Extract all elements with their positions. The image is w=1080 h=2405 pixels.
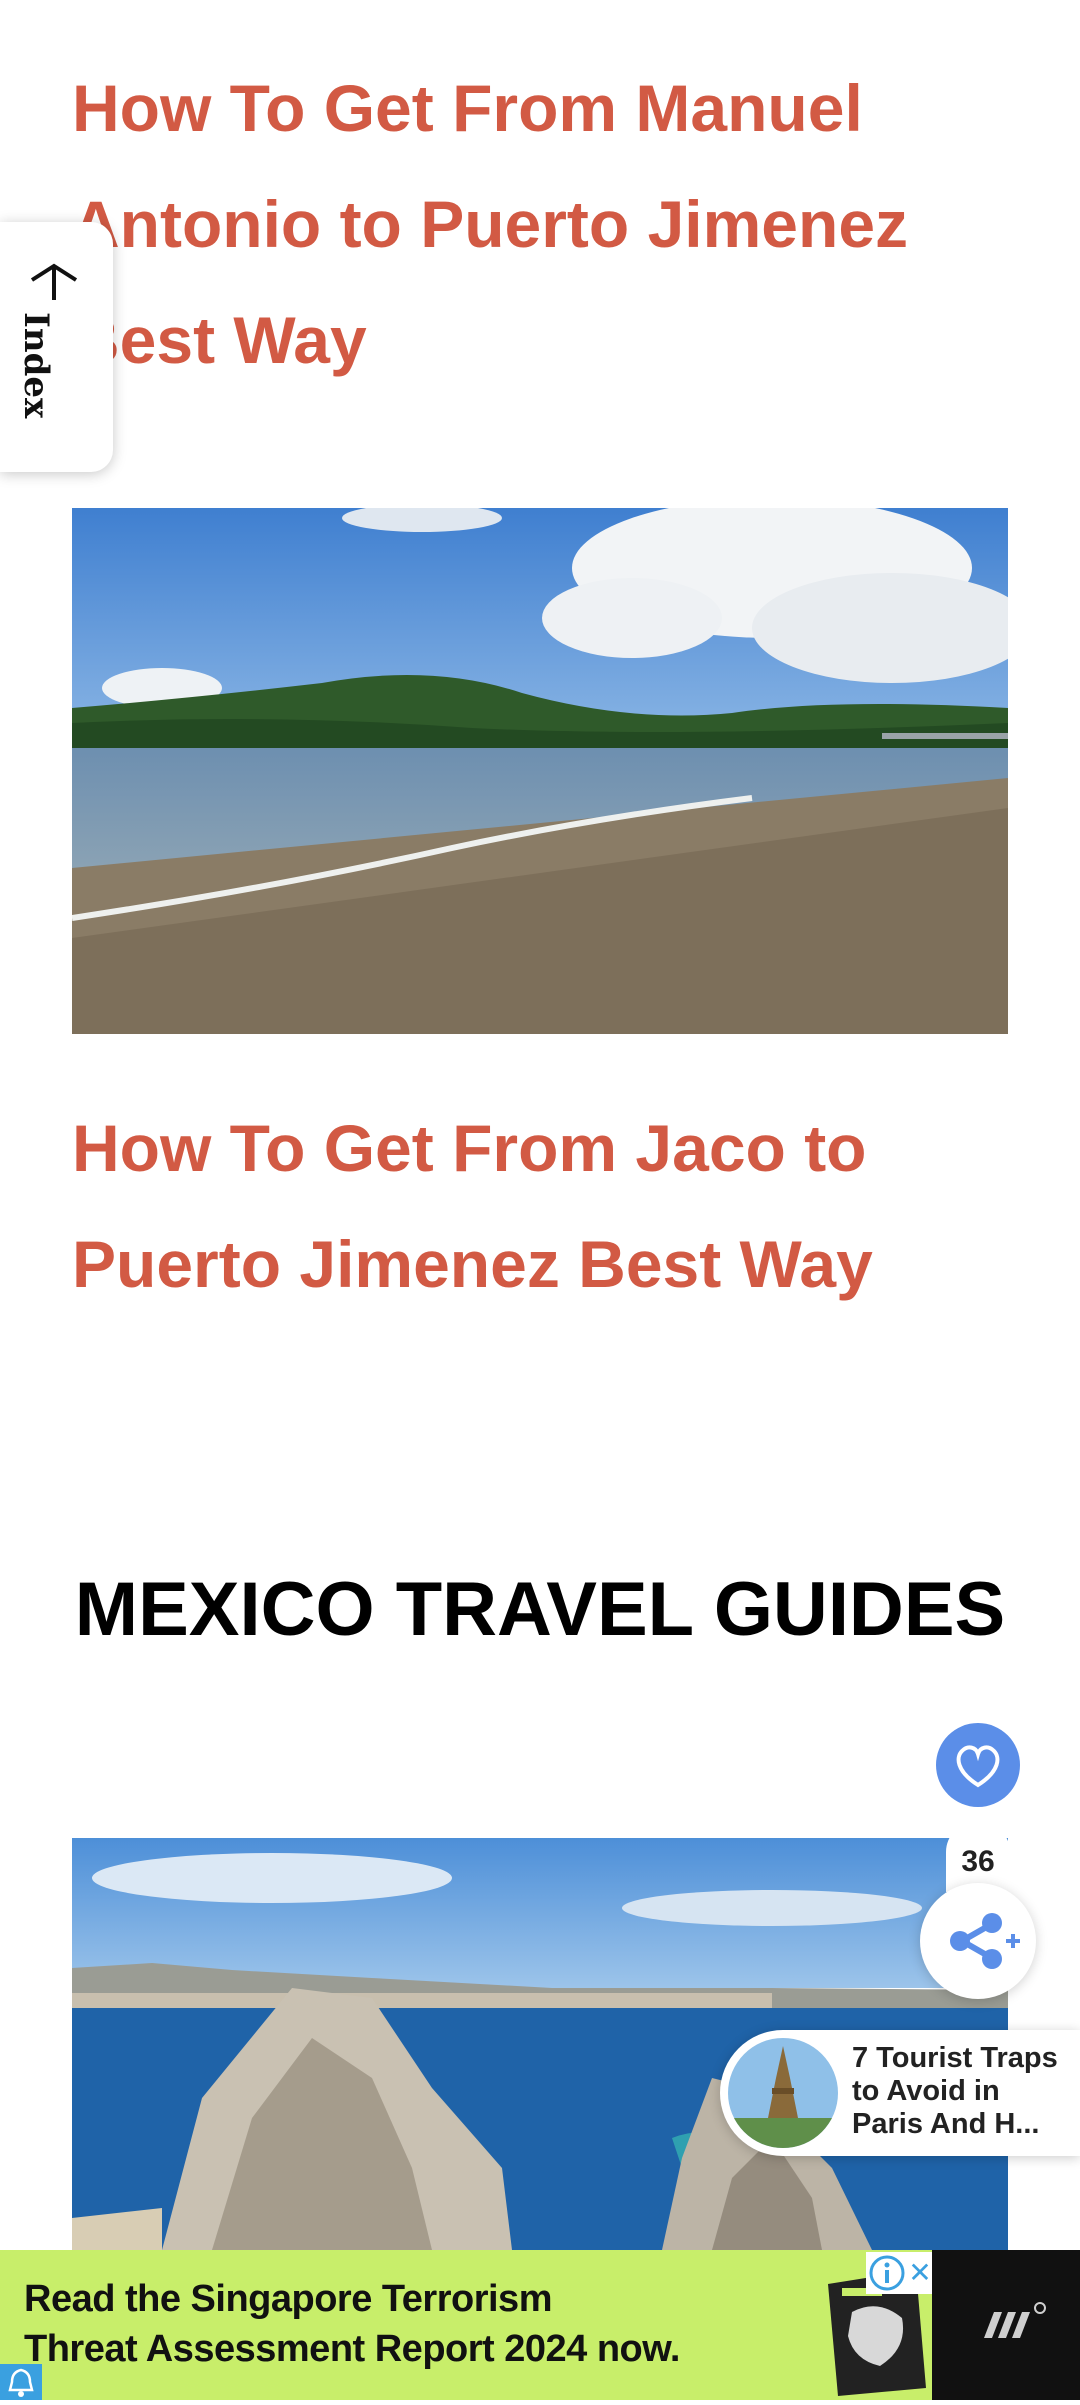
ad-text: Read the Singapore Terrorism Threat Asse… <box>24 2278 680 2370</box>
section-title: MEXICO TRAVEL GUIDES <box>74 1567 1006 1652</box>
article-link-manuel-antonio[interactable]: How To Get From Manuel Antonio to Puerto… <box>72 50 972 398</box>
share-button[interactable] <box>920 1883 1036 1999</box>
ad-notification-badge[interactable] <box>0 2364 42 2400</box>
ad-close-button[interactable]: ✕ <box>908 2252 932 2294</box>
like-button[interactable] <box>936 1723 1020 1807</box>
bell-icon <box>8 2368 34 2397</box>
index-tab-label: Index <box>16 312 56 419</box>
index-tab[interactable]: Index <box>0 222 113 472</box>
heart-icon <box>956 1745 1000 1788</box>
close-icon: ✕ <box>908 2257 932 2288</box>
info-icon <box>869 2255 905 2291</box>
recommended-article-card[interactable]: 7 Tourist Traps to Avoid in Paris And H.… <box>720 2030 1080 2156</box>
arrow-up-icon <box>30 263 78 300</box>
recommended-article-title: 7 Tourist Traps to Avoid in Paris And H.… <box>852 2042 1058 2140</box>
ad-brand-logo <box>932 2250 1080 2400</box>
share-icon <box>950 1913 1020 1969</box>
share-count: 36 <box>946 1822 1010 1892</box>
article-link-jaco[interactable]: How To Get From Jaco to Puerto Jimenez B… <box>72 1090 972 1322</box>
ad-info-button[interactable] <box>866 2252 908 2294</box>
article-photo-beach[interactable] <box>72 508 1008 1034</box>
recommended-article-thumbnail <box>728 2038 838 2148</box>
